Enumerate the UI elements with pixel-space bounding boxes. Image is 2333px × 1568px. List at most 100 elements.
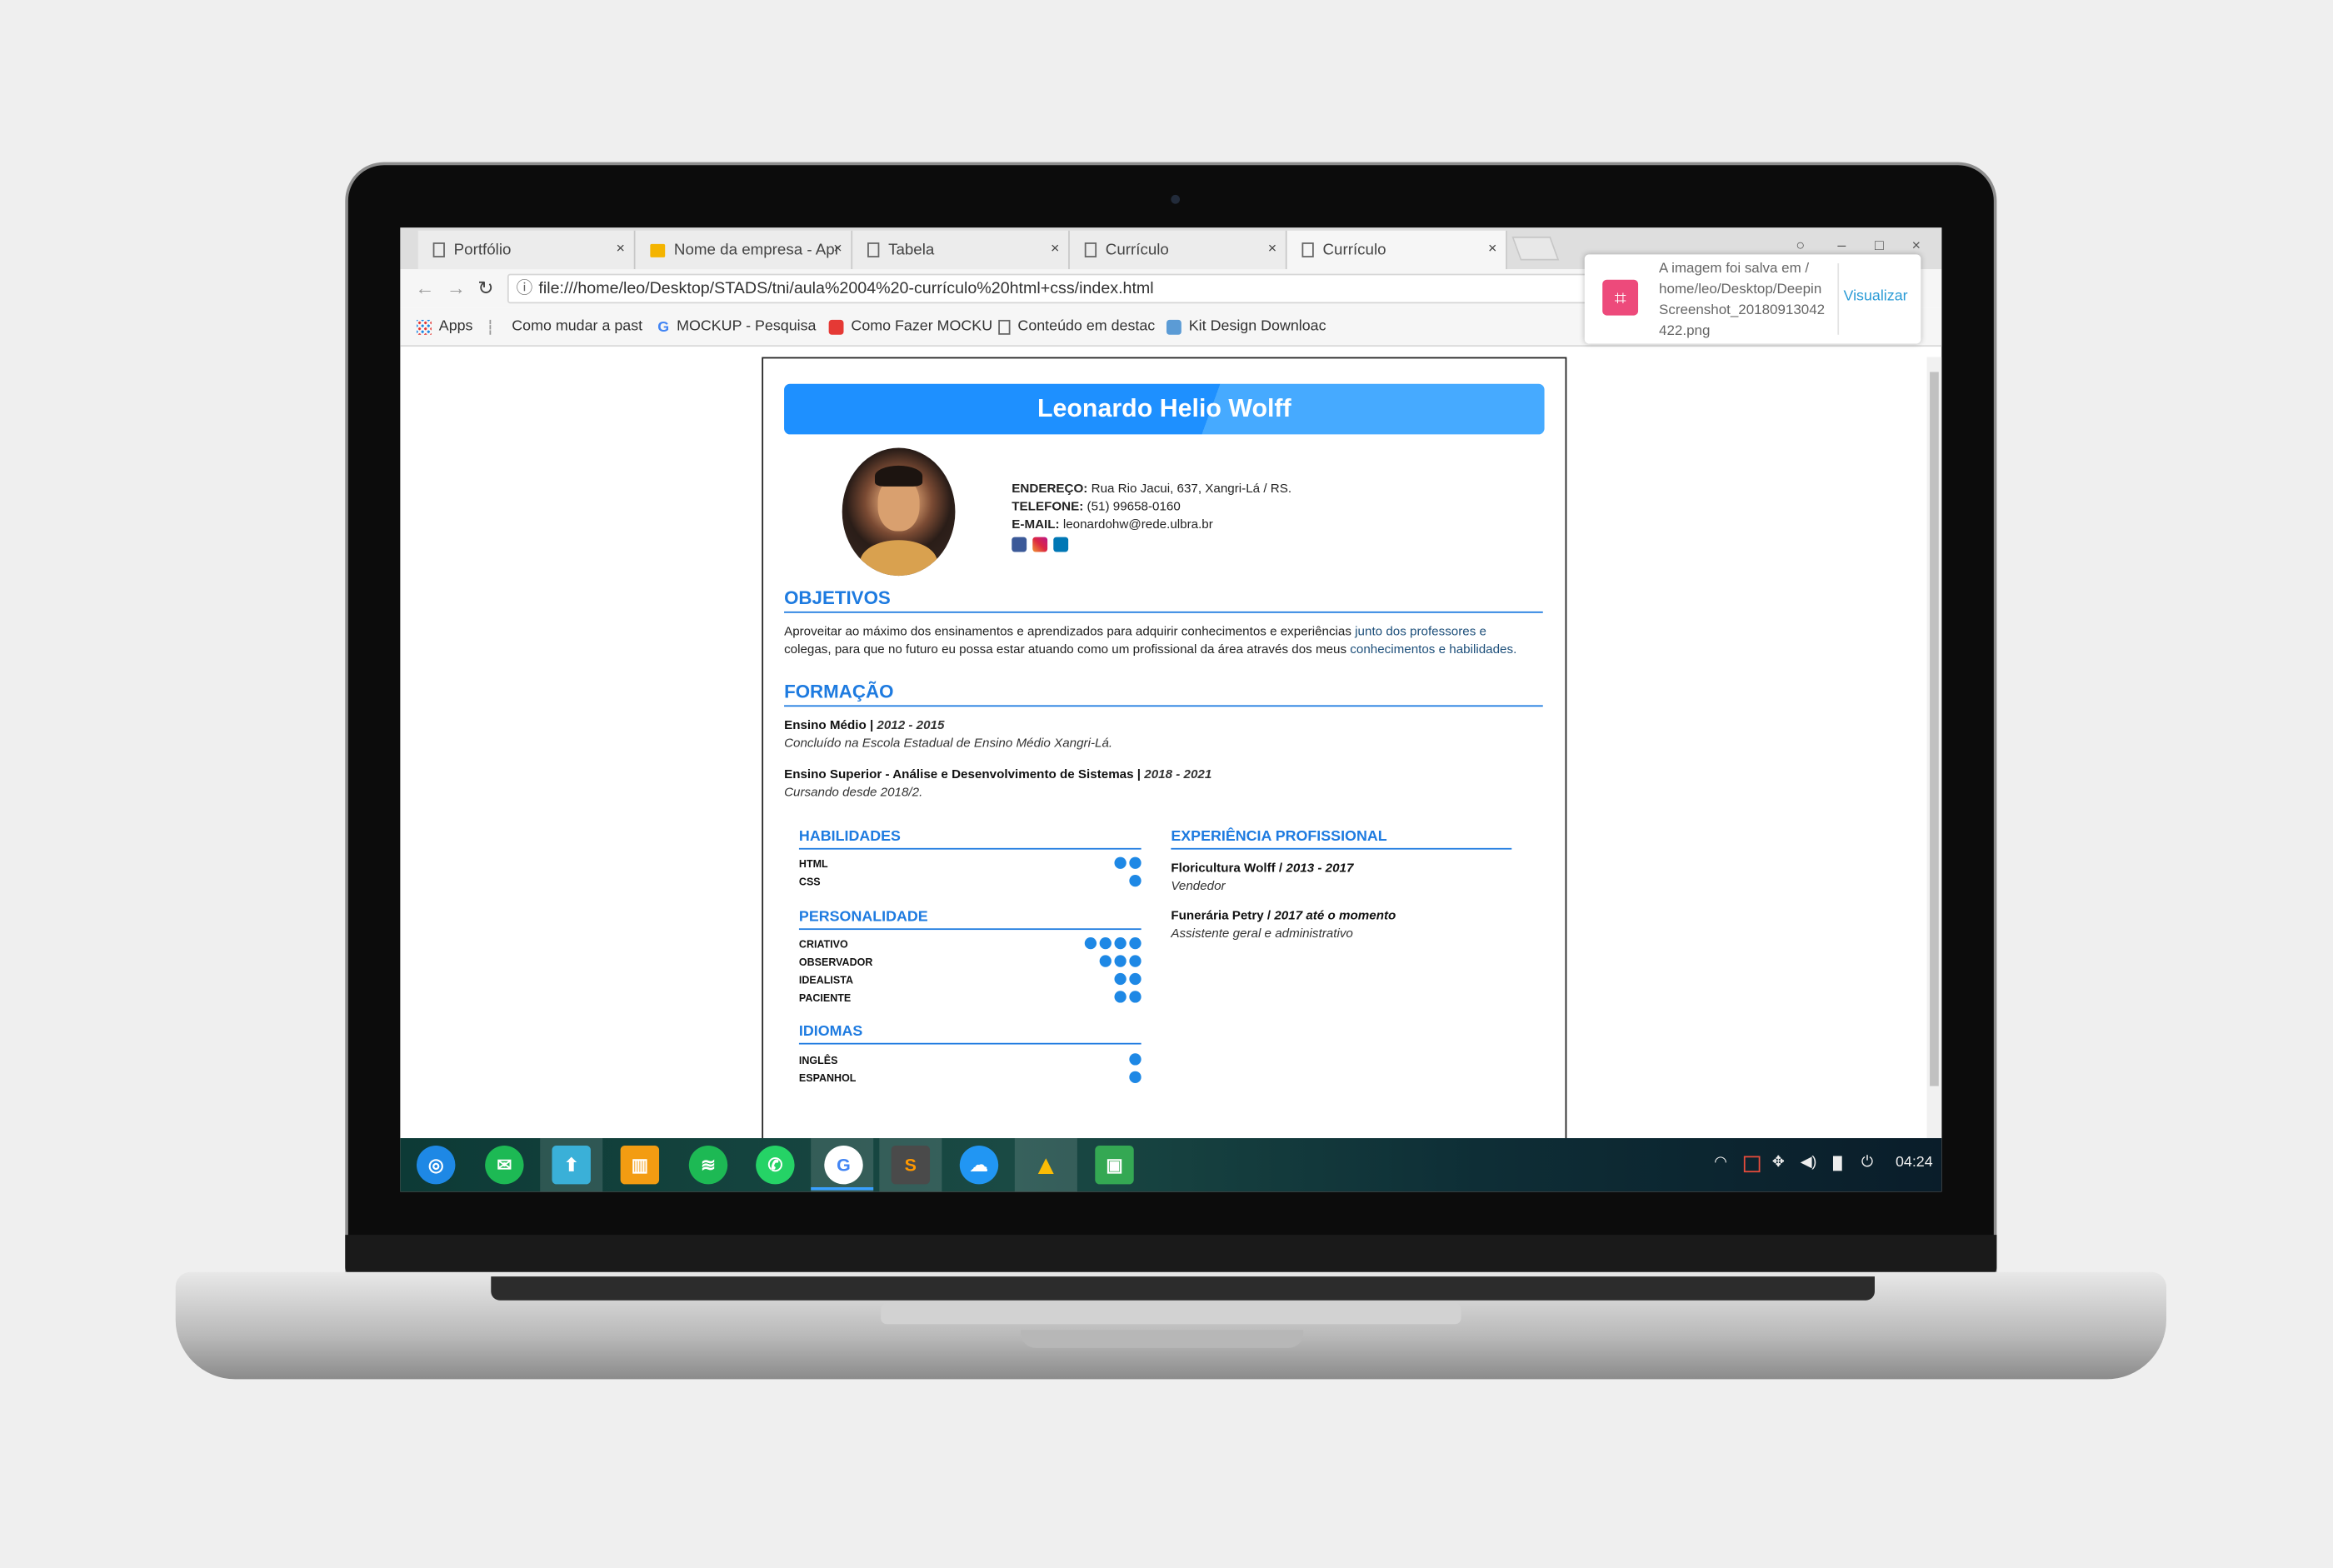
bookmark-como-mudar[interactable]: Como mudar a past (489, 318, 642, 335)
close-tab-icon[interactable]: × (1051, 241, 1059, 257)
experience-period: 2013 - 2017 (1286, 860, 1354, 875)
tab-label: Currículo (1105, 241, 1169, 259)
bookmark-apps[interactable]: Apps (416, 318, 472, 335)
objectives-highlight: junto dos professores e (1355, 623, 1486, 639)
language-spanish: ESPANHOL (798, 1074, 857, 1085)
tab-tabela[interactable]: Tabela × (852, 230, 1070, 270)
close-tab-icon[interactable]: × (1488, 241, 1496, 257)
social-links (1012, 537, 1069, 552)
page-scrollbar[interactable] (1926, 357, 1942, 1139)
trait-patient-dots (1114, 991, 1142, 1003)
screenshot-tray-icon[interactable] (1743, 1156, 1761, 1173)
document-icon (998, 319, 1011, 334)
close-tab-icon[interactable]: × (833, 241, 842, 257)
objectives-title: OBJETIVOS (784, 587, 891, 609)
languages-title: IDIOMAS (798, 1023, 863, 1041)
trait-idealist-dots (1114, 972, 1142, 986)
tab-portfolio[interactable]: Portfólio × (417, 230, 636, 270)
linkedin-icon[interactable] (1053, 537, 1069, 552)
crop-icon: ⌗ (1602, 279, 1639, 316)
tab-curriculo-2[interactable]: Currículo × (1286, 230, 1507, 270)
phone-label: TELEFONE: (1012, 498, 1084, 514)
education-years: 2012 - 2015 (877, 717, 945, 732)
education-course: Ensino Superior - Análise e Desenvolvime… (784, 766, 1145, 782)
rating-dot (1114, 972, 1127, 986)
reload-icon[interactable]: ↻ (477, 277, 493, 301)
volume-icon[interactable]: ◀) (1801, 1155, 1817, 1171)
laptop-screen: Portfólio × Nome da empresa - Apr × Tabe… (400, 227, 1942, 1192)
whatsapp-icon[interactable]: ✆ (756, 1145, 795, 1185)
sublime-text-icon[interactable]: S (891, 1145, 931, 1185)
tab-curriculo-1[interactable]: Currículo × (1069, 230, 1287, 270)
user-icon[interactable]: ○ (1796, 238, 1805, 255)
bookmark-conteudo[interactable]: Conteúdo em destac (998, 318, 1155, 335)
google-drive-icon[interactable]: ▲ (1027, 1146, 1065, 1184)
launcher-icon[interactable]: ◎ (416, 1145, 456, 1185)
document-icon (1084, 242, 1097, 257)
skill-html: HTML (798, 860, 828, 871)
chrome-icon[interactable]: G (824, 1145, 863, 1185)
classroom-icon[interactable]: ▣ (1095, 1145, 1134, 1185)
language-english: INGLÊS (798, 1056, 838, 1067)
bookmark-label: Kit Design Downloac (1188, 318, 1326, 335)
address-value: Rua Rio Jacui, 637, Xangri-Lá / RS. (1091, 480, 1292, 496)
skill-css-dots (1129, 874, 1142, 887)
close-tab-icon[interactable]: × (617, 241, 625, 257)
tab-label: Portfólio (453, 241, 512, 259)
back-icon[interactable]: ← (415, 277, 434, 299)
forward-icon[interactable]: → (447, 277, 466, 299)
scrollbar-thumb[interactable] (1930, 372, 1939, 1086)
power-icon[interactable]: ⏻ (1861, 1155, 1873, 1171)
facebook-icon[interactable] (1012, 537, 1027, 552)
url-input[interactable]: ⓘ file:///home/leo/Desktop/STADS/tni/aul… (507, 273, 1594, 304)
experience-company: Floricultura Wolff / (1171, 860, 1286, 875)
bookmark-kit-design[interactable]: Kit Design Downloac (1166, 318, 1326, 335)
view-button[interactable]: Visualizar (1843, 288, 1907, 305)
bookmark-como-fazer-mockup[interactable]: Como Fazer MOCKU (828, 318, 992, 335)
rating-dot (1114, 991, 1127, 1003)
store-icon[interactable]: ⬆ (552, 1145, 591, 1185)
youtube-icon (828, 319, 844, 334)
spotify-icon[interactable]: ≋ (688, 1145, 728, 1185)
rating-dot (1129, 856, 1142, 869)
rating-dot (1129, 991, 1142, 1003)
wifi-icon[interactable]: ◠ (1714, 1155, 1727, 1171)
cloud-icon[interactable]: ☁ (959, 1145, 999, 1185)
minimize-button[interactable]: – (1837, 238, 1846, 255)
rating-dot (1114, 856, 1127, 869)
instagram-icon[interactable] (1032, 537, 1048, 552)
education-course: Ensino Médio | (784, 717, 877, 732)
messenger-icon[interactable]: ✉ (485, 1145, 524, 1185)
objectives-highlight: conhecimentos e habilidades. (1350, 641, 1517, 657)
rating-dot (1114, 955, 1127, 967)
dropbox-icon[interactable]: ✥ (1772, 1155, 1785, 1171)
bookmark-label: Como mudar a past (512, 318, 643, 335)
close-tab-icon[interactable]: × (1268, 241, 1276, 257)
loading-icon (489, 319, 504, 334)
close-window-button[interactable]: × (1912, 238, 1921, 255)
tab-label: Tabela (888, 241, 935, 259)
battery-icon[interactable] (1832, 1156, 1842, 1171)
experience-role: Assistente geral e administrativo (1171, 925, 1353, 941)
skill-css: CSS (798, 877, 821, 889)
tab-label: Nome da empresa - Apr (673, 241, 840, 259)
url-text: file:///home/leo/Desktop/STADS/tni/aula%… (538, 279, 1154, 298)
maximize-button[interactable]: □ (1875, 238, 1884, 255)
experience-divider (1171, 847, 1512, 850)
profile-photo (842, 447, 956, 577)
language-spanish-dots (1129, 1071, 1142, 1083)
shopping-bag-icon[interactable]: ▥ (620, 1145, 660, 1185)
tab-nome-da-empresa[interactable]: Nome da empresa - Apr × (635, 230, 853, 270)
bookmark-mockup-pesquisa[interactable]: G MOCKUP - Pesquisa (657, 318, 816, 336)
experience-title: EXPERIÊNCIA PROFISSIONAL (1171, 828, 1387, 846)
education-years: 2018 - 2021 (1144, 766, 1212, 782)
clock[interactable]: 04:24 (1896, 1155, 1933, 1171)
resume-name: Leonardo Helio Wolff (784, 383, 1545, 435)
trait-observer-dots (1099, 955, 1142, 967)
skills-title: HABILIDADES (798, 828, 901, 846)
experience-period: 2017 até o momento (1274, 907, 1396, 923)
email-label: E-MAIL: (1012, 516, 1060, 532)
notification-divider (1837, 263, 1840, 335)
languages-divider (798, 1042, 1142, 1045)
new-tab-button[interactable] (1511, 236, 1560, 261)
